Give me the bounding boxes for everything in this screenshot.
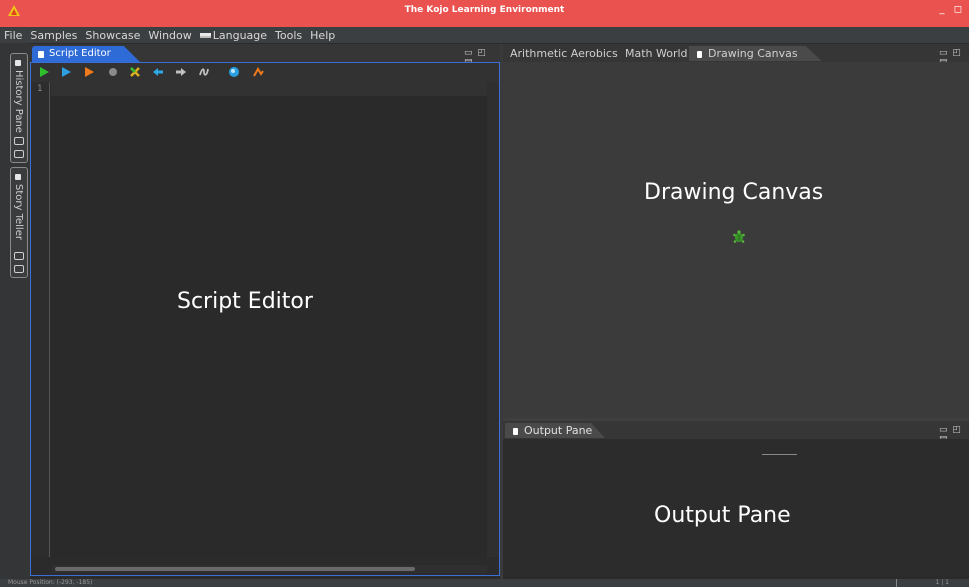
run-icon[interactable] xyxy=(38,66,50,78)
restore-icon xyxy=(14,252,24,260)
menu-window[interactable]: Window xyxy=(148,29,191,42)
editor-toolbar xyxy=(31,63,499,82)
menu-help[interactable]: Help xyxy=(310,29,335,42)
tab-script-editor-label: Script Editor xyxy=(49,48,111,59)
tab-script-editor[interactable]: Script Editor xyxy=(32,46,140,62)
document-icon xyxy=(15,174,21,180)
document-icon xyxy=(697,51,702,58)
clear-icon[interactable] xyxy=(129,66,141,78)
menu-bar: File Samples Showcase Window Language To… xyxy=(0,27,969,43)
editor-frame: 1 Script Editor xyxy=(30,62,500,576)
drawing-canvas-overlay-label: Drawing Canvas xyxy=(644,180,824,205)
tab-drawing-canvas-label: Drawing Canvas xyxy=(708,47,798,60)
output-text-area[interactable]: Output Pane xyxy=(503,439,969,576)
window-controls[interactable]: _ ◻ xyxy=(940,4,965,15)
clear-output-icon[interactable] xyxy=(252,66,264,78)
undo-icon[interactable] xyxy=(152,66,164,78)
window-title: The Kojo Learning Environment xyxy=(404,5,565,15)
language-flag-icon xyxy=(199,33,211,38)
tab-drawing-canvas[interactable]: Drawing Canvas xyxy=(689,46,822,61)
document-icon xyxy=(513,428,518,435)
document-icon xyxy=(38,51,44,58)
code-editor-input[interactable] xyxy=(51,82,487,557)
tab-output-pane-label: Output Pane xyxy=(524,424,593,437)
status-bar: Mouse Position: (-293, -185) 1 | 1 xyxy=(0,579,969,587)
format-icon[interactable] xyxy=(198,66,210,78)
redo-icon[interactable] xyxy=(175,66,187,78)
vertical-scrollbar[interactable] xyxy=(487,82,499,557)
menu-file[interactable]: File xyxy=(4,29,22,42)
trace-icon[interactable] xyxy=(83,66,95,78)
tab-math-world[interactable]: Math World xyxy=(625,47,688,60)
drawing-canvas-panel: Arithmetic Aerobics Math World Drawing C… xyxy=(503,44,969,418)
maximize-icon xyxy=(14,150,24,158)
story-teller-tab[interactable]: Story Teller xyxy=(10,167,28,278)
output-pane-overlay-label: Output Pane xyxy=(654,503,791,528)
restore-icon xyxy=(14,137,24,145)
scrollbar-thumb[interactable] xyxy=(55,567,415,571)
horizontal-scrollbar[interactable] xyxy=(51,565,487,573)
menu-showcase[interactable]: Showcase xyxy=(85,29,140,42)
history-pane-label: History Pane xyxy=(13,70,24,133)
tab-output-pane[interactable]: Output Pane xyxy=(505,423,605,438)
line-number: 1 xyxy=(37,84,43,94)
turtle-icon xyxy=(733,230,745,243)
line-number-gutter: 1 xyxy=(31,82,50,557)
menu-samples[interactable]: Samples xyxy=(30,29,77,42)
stop-icon[interactable] xyxy=(107,66,119,78)
history-pane-tab[interactable]: History Pane xyxy=(10,53,28,163)
caret-position-readout: 1 | 1 xyxy=(935,579,949,586)
canvas-tab-row: Arithmetic Aerobics Math World Drawing C… xyxy=(503,44,969,68)
status-separator xyxy=(896,579,897,587)
upload-icon[interactable] xyxy=(228,66,240,78)
menu-language[interactable]: Language xyxy=(199,28,268,42)
drawing-canvas[interactable]: Drawing Canvas xyxy=(503,62,969,418)
tab-arithmetic-aerobics[interactable]: Arithmetic Aerobics xyxy=(510,47,618,60)
output-tab-row: Output Pane ▭ ◰ ▤ xyxy=(503,421,969,445)
script-editor-overlay-label: Script Editor xyxy=(177,289,313,314)
editor-tab-row: Script Editor ▭ ◰ ▤ xyxy=(30,44,500,68)
document-icon xyxy=(15,60,21,66)
run-worksheet-icon[interactable] xyxy=(60,66,72,78)
output-pane-panel: Output Pane ▭ ◰ ▤ Output Pane xyxy=(503,421,969,576)
script-editor-panel: Script Editor ▭ ◰ ▤ 1 Script Editor xyxy=(30,44,500,576)
output-divider xyxy=(762,454,797,455)
title-bar: The Kojo Learning Environment _ ◻ xyxy=(0,0,969,27)
current-line-highlight xyxy=(51,82,487,96)
menu-language-label: Language xyxy=(212,28,268,42)
left-side-strip: History Pane Story Teller xyxy=(0,43,30,579)
mouse-position-readout: Mouse Position: (-293, -185) xyxy=(8,579,93,586)
menu-tools[interactable]: Tools xyxy=(275,29,302,42)
maximize-icon xyxy=(14,265,24,273)
story-teller-label: Story Teller xyxy=(13,184,24,240)
